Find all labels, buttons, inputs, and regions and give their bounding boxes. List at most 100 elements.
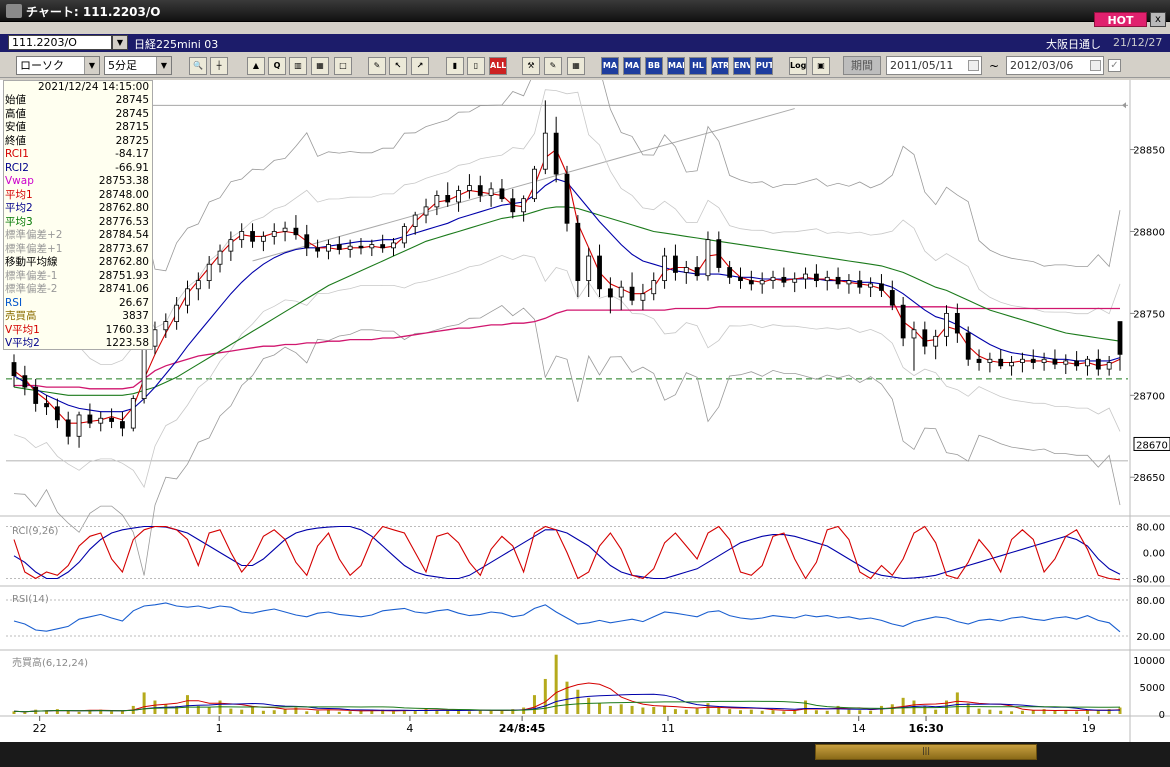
- toolbar-button-search[interactable]: 🔍: [189, 57, 207, 75]
- volume-bar: [738, 710, 742, 714]
- toolbar-button-atr[interactable]: ATR: [711, 57, 729, 75]
- candle-body: [586, 255, 592, 282]
- volume-bar: [847, 709, 851, 714]
- toolbar-button-put[interactable]: PUT: [755, 57, 773, 75]
- data-window-value: 28784.54: [98, 229, 149, 241]
- rsi-line: [13, 602, 1121, 633]
- data-window-row: 売買高 3837: [4, 310, 152, 323]
- close-button[interactable]: x: [1150, 12, 1166, 27]
- toolbar-button-zoom[interactable]: Q: [268, 57, 286, 75]
- interval-select[interactable]: 5分足 ▼: [104, 56, 172, 75]
- volume-bar: [793, 710, 797, 714]
- toolbar-button-mae[interactable]: MAE: [667, 57, 685, 75]
- symbol-dropdown-icon[interactable]: ▼: [112, 35, 128, 50]
- toolbar-button-candle2[interactable]: ▯: [467, 57, 485, 75]
- volume-bar: [641, 707, 645, 714]
- candle-body: [282, 227, 288, 232]
- calendar-icon[interactable]: [968, 60, 979, 71]
- time-scrollbar[interactable]: |||: [0, 742, 1170, 767]
- data-window-row: RSI 26.67: [4, 297, 152, 310]
- volume-bar: [261, 710, 265, 714]
- candle-body: [239, 231, 245, 241]
- hot-button[interactable]: HOT: [1094, 12, 1147, 27]
- toolbar-button-square[interactable]: □: [334, 57, 352, 75]
- range-checkbox[interactable]: ✓: [1108, 59, 1121, 72]
- volume-bar: [305, 711, 309, 714]
- data-window-key: V平均2: [5, 337, 40, 349]
- calendar-icon[interactable]: [1090, 60, 1101, 71]
- symbol-input[interactable]: 111.2203/O: [8, 35, 112, 50]
- candle-body: [846, 280, 852, 285]
- candle-body: [542, 132, 548, 170]
- price-tick-label: 28750: [1133, 309, 1165, 320]
- volume-bar: [34, 709, 38, 714]
- candle-body: [141, 345, 147, 399]
- rci-tick-label: 80.00: [1136, 523, 1165, 534]
- candle-body: [1106, 362, 1112, 370]
- candle-body: [315, 247, 321, 252]
- period-button[interactable]: 期間: [843, 56, 881, 75]
- toolbar-button-crosshair[interactable]: ┼: [210, 57, 228, 75]
- candle-body: [705, 239, 711, 277]
- toolbar-button-arrow[interactable]: ↗: [411, 57, 429, 75]
- candle-body: [759, 280, 765, 285]
- candle-body: [748, 280, 754, 285]
- toolbar-button-save[interactable]: ▣: [812, 57, 830, 75]
- symbol-date: 21/12/27: [1113, 36, 1163, 49]
- data-window-key: 高値: [5, 107, 26, 120]
- toolbar-button-palette[interactable]: ▦: [567, 57, 585, 75]
- date-from-field[interactable]: 2011/05/11: [886, 56, 982, 75]
- volume-bar: [522, 707, 526, 714]
- toolbar-button-bb[interactable]: BB: [645, 57, 663, 75]
- chart-area[interactable]: 28850 28800 28750 28700 28650 28670 RCI(9,26) 8…: [0, 80, 1170, 742]
- candle-body: [250, 231, 255, 242]
- candle-body: [477, 185, 483, 196]
- candle-body: [770, 276, 776, 282]
- price-chart[interactable]: 28850 28800 28750 28700 28650 28670 RCI(9,26) 8…: [0, 80, 1170, 742]
- toolbar-button-env[interactable]: ENV: [733, 57, 751, 75]
- candle-body: [998, 358, 1004, 367]
- toolbar-button-hl[interactable]: HL: [689, 57, 707, 75]
- candle-body: [326, 244, 331, 252]
- candle-body: [293, 227, 299, 236]
- candle-body: [22, 375, 28, 388]
- toolbar-button-bars[interactable]: ▥: [289, 57, 307, 75]
- volume-bar: [1096, 710, 1100, 714]
- toolbar-button-all[interactable]: ALL: [489, 57, 507, 75]
- candle-body: [607, 288, 613, 298]
- toolbar-button-candle1[interactable]: ▮: [446, 57, 464, 75]
- candle-body: [98, 417, 104, 424]
- toolbar-button-chart-a[interactable]: ▲: [247, 57, 265, 75]
- price-tick-label: 28800: [1133, 227, 1165, 238]
- candle-body: [488, 188, 494, 196]
- data-window: 2021/12/24 14:15:00 始値 28745 高値 28745 安値 2871…: [3, 80, 153, 350]
- volume-bar: [283, 709, 287, 714]
- time-tick-label: 24/8:45: [499, 722, 546, 735]
- band-lower-1: [13, 254, 1121, 489]
- volume-bar: [999, 710, 1003, 714]
- toolbar-button-ma[interactable]: MA: [623, 57, 641, 75]
- volume-bar: [185, 695, 189, 714]
- time-tick-label: 16:30: [909, 722, 944, 735]
- toolbar-button-tool2[interactable]: ✎: [544, 57, 562, 75]
- toolbar-button-cursor[interactable]: ↖: [389, 57, 407, 75]
- candle-body: [792, 278, 798, 283]
- window-title: チャート: 111.2203/O: [26, 5, 161, 19]
- toolbar-button-pen[interactable]: ✎: [368, 57, 386, 75]
- chart-type-value: ローソク: [20, 59, 64, 72]
- data-window-row: 平均3 28776.53: [4, 216, 152, 229]
- toolbar-button-log[interactable]: Log: [789, 57, 807, 75]
- toolbar-button-tool1[interactable]: ⚒: [522, 57, 540, 75]
- volume-bar: [77, 711, 81, 714]
- toolbar-button-alert[interactable]: ▦: [311, 57, 329, 75]
- toolbar-button-ma[interactable]: MA: [601, 57, 619, 75]
- candle-body: [1095, 358, 1101, 370]
- candle-body: [694, 267, 700, 277]
- date-to-field[interactable]: 2012/03/06: [1006, 56, 1104, 75]
- candle-body: [564, 173, 570, 224]
- chevron-down-icon: ▼: [156, 57, 171, 74]
- price-tick-label: 28700: [1133, 391, 1165, 402]
- chart-type-select[interactable]: ローソク ▼: [16, 56, 100, 75]
- candle-body: [185, 288, 190, 306]
- candle-body: [412, 214, 418, 227]
